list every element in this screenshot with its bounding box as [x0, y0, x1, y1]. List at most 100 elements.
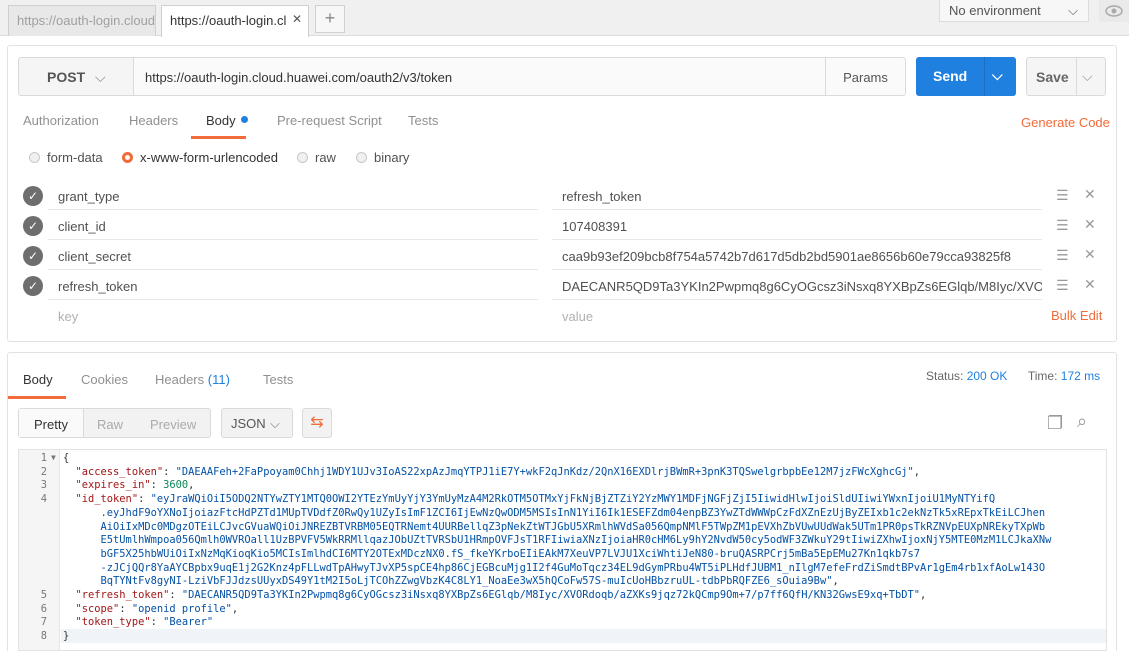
- radio-icon: [356, 152, 367, 163]
- environment-select[interactable]: No environment ⌵: [939, 0, 1089, 22]
- radio-x-www-form-urlencoded[interactable]: x-www-form-urlencoded: [122, 150, 278, 165]
- current-line-highlight: [61, 629, 1106, 643]
- tab-authorization[interactable]: Authorization: [23, 113, 99, 128]
- radio-raw[interactable]: raw: [297, 150, 336, 165]
- checkmark-icon[interactable]: ✓: [23, 186, 43, 206]
- new-key-field[interactable]: key: [48, 302, 538, 330]
- line-number: 7: [40, 616, 47, 629]
- code-line: "access_token": "DAEAAFeh+2FaPpoyam0Chhj…: [63, 466, 921, 478]
- line-number: 3: [40, 479, 47, 492]
- code-token: :: [119, 602, 132, 615]
- request-tab[interactable]: https://oauth-login.cloud: [8, 5, 156, 36]
- param-value-field[interactable]: refresh_token: [552, 182, 1042, 210]
- close-icon[interactable]: ✕: [1084, 276, 1096, 293]
- bulk-edit-link[interactable]: Bulk Edit: [1051, 308, 1102, 323]
- checkmark-icon[interactable]: ✓: [23, 246, 43, 266]
- close-icon[interactable]: ✕: [1084, 216, 1096, 233]
- tab-tests[interactable]: Tests: [408, 113, 438, 128]
- response-body-editor[interactable]: 1 ▼ 2 3 4 5 6 7 8 { "access_token": "DAEAAFeh+2F…: [18, 449, 1107, 651]
- format-type-label: JSON: [231, 416, 266, 431]
- radio-form-data[interactable]: form-data: [29, 150, 103, 165]
- code-token: .eyJhdF9oYXNoIjoiazFtcHdPZTd1MUpTVDdfZ0R…: [63, 506, 1046, 519]
- url-input[interactable]: https://oauth-login.cloud.huawei.com/oau…: [133, 57, 826, 96]
- code-line: "token_type": "Bearer": [63, 616, 214, 629]
- param-row: ✓ client_id 107408391 ☰ ✕: [8, 212, 1116, 242]
- new-value-field[interactable]: value: [552, 302, 1042, 330]
- save-label: Save: [1036, 69, 1069, 85]
- code-token: :: [138, 493, 151, 506]
- tab-headers[interactable]: Headers: [129, 113, 178, 128]
- method-select[interactable]: POST ⌵: [18, 57, 134, 96]
- new-param-row: key value: [8, 302, 1116, 332]
- send-button[interactable]: Send ⌵: [916, 57, 1016, 96]
- checkmark-icon[interactable]: ✓: [23, 216, 43, 236]
- eye-icon[interactable]: [1099, 0, 1129, 22]
- close-icon[interactable]: ✕: [1084, 186, 1096, 203]
- request-tab-active[interactable]: https://oauth-login.cl ✕: [161, 5, 309, 37]
- tab-body[interactable]: Body: [206, 113, 248, 128]
- save-button[interactable]: Save ⌵: [1026, 57, 1106, 96]
- code-line: BqTYNtFv8gyNI-LziVbFJJdzsUUyxDS49Y1tM2I5…: [63, 575, 839, 587]
- checkmark-icon[interactable]: ✓: [23, 276, 43, 296]
- line-number: 6: [40, 602, 47, 615]
- active-tab-indicator: [191, 136, 246, 139]
- response-meta: Status: 200 OK Time: 172 ms: [926, 369, 1100, 383]
- generate-code-link[interactable]: Generate Code: [1021, 115, 1110, 130]
- param-key-field[interactable]: client_id: [48, 212, 538, 240]
- param-value-field[interactable]: caa9b93ef209bcb8f754a5742b7d617d5db2bd59…: [552, 242, 1042, 270]
- line-number-gutter: 1 ▼ 2 3 4 5 6 7 8: [19, 450, 60, 650]
- code-token: bGF5X25hbWUiOiIxNzMqKioqKio5MCIsImlhdCI6…: [63, 547, 921, 560]
- code-line: .eyJhdF9oYXNoIjoiazFtcHdPZTd1MUpTVDdfZ0R…: [63, 506, 1046, 519]
- close-icon[interactable]: ✕: [1084, 246, 1096, 263]
- chevron-down-icon[interactable]: ⌵: [992, 67, 1003, 84]
- drag-handle-icon[interactable]: ☰: [1056, 247, 1069, 264]
- radio-binary[interactable]: binary: [356, 150, 409, 165]
- code-line: }: [63, 630, 69, 642]
- close-icon[interactable]: ✕: [292, 12, 302, 26]
- send-label: Send: [933, 68, 968, 84]
- drag-handle-icon[interactable]: ☰: [1056, 187, 1069, 204]
- code-token: AiOiIxMDc0MDgzOTEiLCJvcGVuaWQiOiJNREZBTV…: [63, 520, 1046, 533]
- code-line: -zJCjQQr8YaAYCBpbx9uqE1j2G2Knz4pFLLwdTpA…: [63, 562, 1046, 574]
- format-preview-button[interactable]: Preview: [150, 417, 196, 432]
- param-key-field[interactable]: grant_type: [48, 182, 538, 210]
- response-tab-headers-label: Headers: [155, 372, 205, 387]
- code-token: "token_type": [63, 616, 151, 629]
- status-label: Status:: [926, 369, 964, 383]
- response-tab-body[interactable]: Body: [23, 372, 53, 387]
- response-tab-tests[interactable]: Tests: [263, 372, 293, 387]
- chevron-down-icon: ⌵: [1068, 3, 1078, 18]
- request-tab-title: https://oauth-login.cloud: [17, 13, 156, 28]
- code-line: bGF5X25hbWUiOiIxNzMqKioqKio5MCIsImlhdCI6…: [63, 547, 921, 560]
- request-tab-bar: https://oauth-login.cloud https://oauth-…: [0, 0, 1129, 37]
- response-tab-headers[interactable]: Headers (11): [155, 372, 230, 387]
- line-number: 4: [40, 493, 47, 506]
- param-key-field[interactable]: refresh_token: [48, 272, 538, 300]
- new-tab-button[interactable]: +: [315, 5, 345, 33]
- code-token: E5tUmlhWmpoa056Qmlh0WVROall1UzBPVFV5WkRR…: [63, 534, 1052, 547]
- param-key-field[interactable]: client_secret: [48, 242, 538, 270]
- divider: [984, 57, 985, 96]
- fold-arrow-icon[interactable]: ▼: [51, 453, 56, 462]
- wrap-lines-icon[interactable]: ⇆: [302, 408, 332, 438]
- copy-icon[interactable]: ❐: [1047, 413, 1063, 434]
- param-value-field[interactable]: 107408391: [552, 212, 1042, 240]
- drag-handle-icon[interactable]: ☰: [1056, 217, 1069, 234]
- chevron-down-icon[interactable]: ⌵: [1082, 68, 1093, 85]
- tab-pre-request-script[interactable]: Pre-request Script: [277, 113, 382, 128]
- format-raw-button[interactable]: Raw: [97, 417, 123, 432]
- params-button[interactable]: Params: [825, 57, 906, 96]
- code-token: "id_token": [63, 493, 139, 506]
- format-type-select[interactable]: JSON ⌵: [221, 408, 293, 438]
- search-icon[interactable]: ⌕: [1077, 411, 1087, 432]
- headers-count-badge: (11): [207, 372, 230, 387]
- response-tab-cookies[interactable]: Cookies: [81, 372, 128, 387]
- chevron-down-icon: ⌵: [270, 416, 280, 431]
- chevron-down-icon: ⌵: [95, 69, 106, 85]
- param-value-field[interactable]: DAECANR5QD9Ta3YKIn2Pwpmq8g6CyOGcsz3iNsxq…: [552, 272, 1042, 300]
- drag-handle-icon[interactable]: ☰: [1056, 277, 1069, 294]
- code-line: "expires_in": 3600,: [63, 479, 195, 491]
- code-token: {: [63, 452, 70, 464]
- format-pretty-button[interactable]: Pretty: [34, 417, 68, 432]
- method-label: POST: [47, 69, 86, 85]
